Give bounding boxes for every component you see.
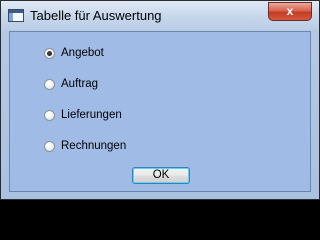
title-bar[interactable]: Tabelle für Auswertung x [1,1,319,30]
radio-button[interactable] [44,109,55,121]
radio-auftrag[interactable]: Auftrag [44,76,98,92]
radio-button[interactable] [44,140,55,152]
close-icon: x [286,4,294,18]
table-window-icon[interactable] [8,9,24,22]
radio-lieferungen[interactable]: Lieferungen [44,107,122,123]
radio-button[interactable] [44,78,55,90]
radio-rechnungen[interactable]: Rechnungen [44,138,126,154]
options-panel: Angebot Auftrag Lieferungen Rechnungen O… [9,31,311,192]
ok-button[interactable]: OK [132,167,190,184]
radio-label-auftrag: Auftrag [61,78,99,90]
radio-label-lieferungen: Lieferungen [61,109,122,121]
radio-label-angebot: Angebot [61,47,104,59]
dialog-window: Tabelle für Auswertung x Angebot Auftrag… [0,0,320,200]
close-button[interactable]: x [268,2,312,21]
radio-button-selected[interactable] [44,47,55,59]
radio-label-rechnungen: Rechnungen [61,140,127,152]
radio-angebot[interactable]: Angebot [44,45,104,61]
window-title: Tabelle für Auswertung [30,8,162,23]
